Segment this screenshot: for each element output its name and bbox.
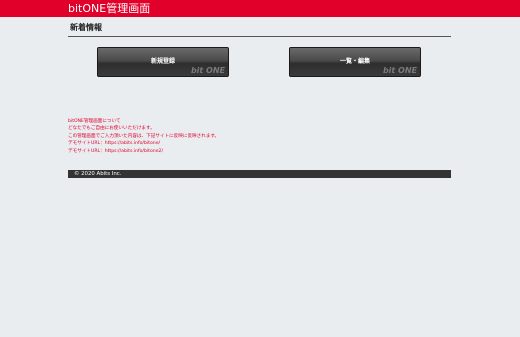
list-edit-label: 一覧・編集	[339, 58, 370, 65]
notes-line: この管理画面でご入力頂いた内容は、下記サイトに反映に反映されます。	[68, 133, 220, 139]
notes-line: bitONE管理画面について	[68, 119, 121, 124]
demo-url-link-2[interactable]: https://abits.info/bitone2/	[105, 149, 163, 154]
demo-url-line-1: デモサイトURL：https://abits.info/bitone/	[68, 140, 219, 147]
header-bar: bitONE管理画面	[0, 0, 520, 17]
app-title[interactable]: bitONE管理画面	[68, 1, 150, 16]
demo-url-label: デモサイトURL：	[68, 148, 105, 154]
demo-url-line-2: デモサイトURL：https://abits.info/bitone2/	[68, 148, 219, 155]
notes-line: どなたでもご自由にお使いいただけます。	[68, 126, 155, 132]
copyright-text: © 2020 Abits Inc.	[74, 171, 122, 177]
section-title: 新着情報	[70, 23, 102, 32]
list-edit-button[interactable]: 一覧・編集 bit ONE	[289, 47, 421, 77]
demo-url-label: デモサイトURL：	[68, 141, 105, 147]
new-registration-button[interactable]: 新規登録 bit ONE	[97, 47, 229, 77]
button-watermark-logo: bit ONE	[190, 66, 225, 75]
footer-bar: © 2020 Abits Inc.	[68, 170, 451, 178]
section-divider	[68, 36, 451, 37]
info-notes: bitONE管理画面について どなたでもご自由にお使いいただけます。 この管理画…	[68, 118, 219, 155]
button-watermark-logo: bit ONE	[382, 66, 417, 75]
demo-url-link-1[interactable]: https://abits.info/bitone/	[105, 141, 160, 146]
new-registration-label: 新規登録	[150, 58, 175, 65]
